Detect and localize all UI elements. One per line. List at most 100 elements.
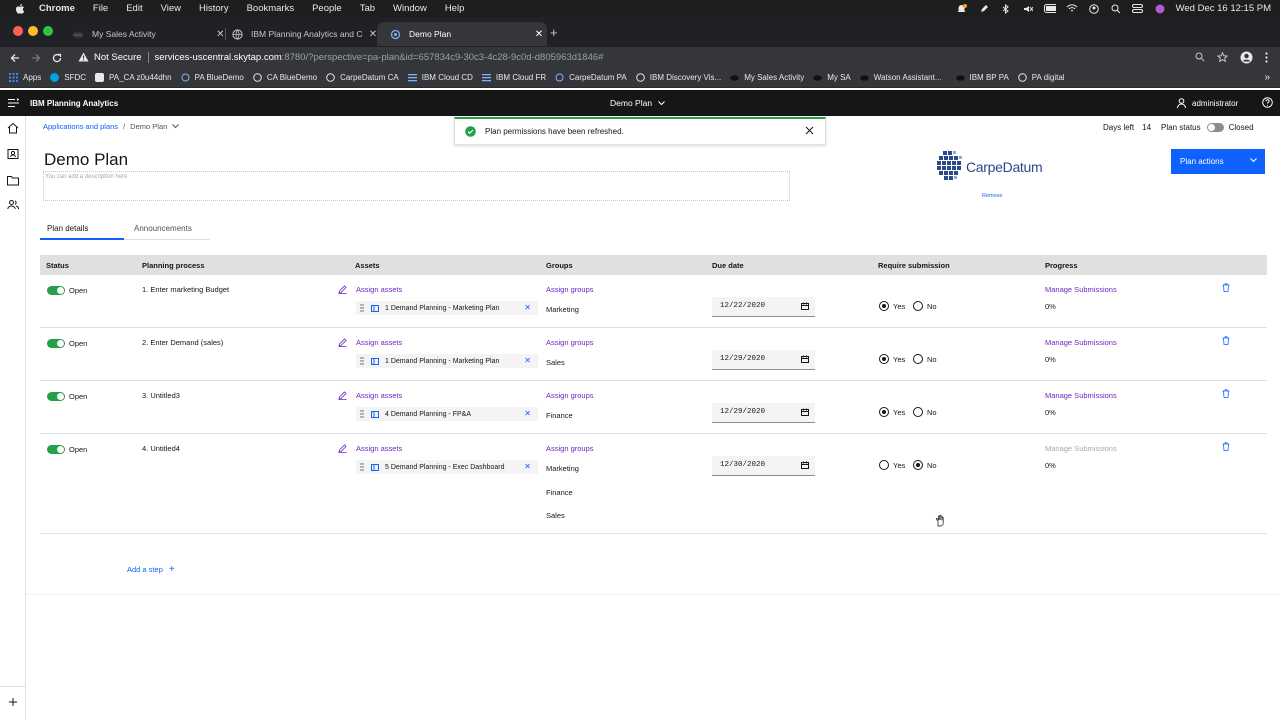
drag-handle-icon[interactable]	[360, 410, 364, 418]
edit-pencil-icon[interactable]	[338, 338, 347, 349]
browser-tab-demo-plan[interactable]: Demo Plan ✕	[377, 22, 547, 46]
warning-icon[interactable]	[78, 52, 89, 62]
bookmark-pa-ca[interactable]: PA_CA z0u44dhn	[95, 73, 172, 82]
add-icon[interactable]	[7, 696, 19, 708]
trash-icon[interactable]	[1222, 283, 1230, 294]
menu-app-name[interactable]: Chrome	[39, 3, 75, 14]
edit-pencil-icon[interactable]	[338, 391, 347, 402]
bookmark-carpedatum-ca[interactable]: CarpeDatum CA	[326, 73, 399, 82]
menu-window[interactable]: Window	[393, 3, 427, 14]
bookmark-ibm-discovery[interactable]: IBM Discovery Vis...	[635, 73, 721, 82]
due-date-input[interactable]: 12/22/2020	[712, 297, 815, 317]
edit-pencil-icon[interactable]	[338, 444, 347, 455]
assign-assets-link[interactable]: Assign assets	[356, 444, 402, 453]
menu-people[interactable]: People	[312, 3, 342, 14]
menu-tab[interactable]: Tab	[360, 3, 375, 14]
address-bar[interactable]: Not Secure services-uscentral.skytap.com…	[72, 47, 1232, 67]
trash-icon[interactable]	[1222, 442, 1230, 453]
remove-asset-icon[interactable]: ✕	[524, 303, 531, 312]
bookmark-pa-bluedemo[interactable]: PA BlueDemo	[181, 73, 244, 82]
drag-handle-icon[interactable]	[360, 304, 364, 312]
plan-actions-button[interactable]: Plan actions	[1171, 149, 1265, 174]
require-no-radio[interactable]	[913, 460, 923, 470]
window-close-button[interactable]	[13, 26, 23, 36]
apple-icon[interactable]	[13, 2, 27, 16]
menu-bookmarks[interactable]: Bookmarks	[247, 3, 295, 14]
plan-selector[interactable]: Demo Plan	[610, 98, 665, 108]
assign-assets-link[interactable]: Assign assets	[356, 391, 402, 400]
status-toggle[interactable]	[47, 445, 65, 454]
wifi-icon[interactable]	[1066, 4, 1078, 14]
bookmark-ibm-cloud-fr[interactable]: IBM Cloud FR	[481, 73, 546, 82]
due-date-input[interactable]: 12/30/2020	[712, 456, 815, 476]
assign-groups-link[interactable]: Assign groups	[546, 285, 594, 294]
battery-icon[interactable]	[1043, 4, 1056, 14]
plan-status-toggle[interactable]	[1206, 123, 1224, 132]
bookmark-carpedatum-pa[interactable]: CarpeDatum PA	[555, 73, 627, 82]
manage-submissions-link[interactable]: Manage Submissions	[1045, 338, 1117, 347]
calendar-icon[interactable]	[801, 461, 809, 469]
require-yes-radio[interactable]	[879, 301, 889, 311]
require-no-radio[interactable]	[913, 407, 923, 417]
calendar-icon[interactable]	[801, 302, 809, 310]
drag-handle-icon[interactable]	[360, 357, 364, 365]
menu-view[interactable]: View	[161, 3, 181, 14]
bookmark-ca-bluedemo[interactable]: CA BlueDemo	[253, 73, 317, 82]
reload-icon[interactable]	[51, 52, 63, 64]
browser-tab-ibm-pa[interactable]: IBM Planning Analytics and Co ✕	[219, 22, 381, 46]
spotlight-search-icon[interactable]	[1110, 4, 1122, 14]
status-toggle[interactable]	[47, 286, 65, 295]
forward-icon[interactable]	[30, 52, 42, 64]
planning-process-name[interactable]: 2. Enter Demand (sales)	[142, 338, 223, 347]
remove-asset-icon[interactable]: ✕	[524, 409, 531, 418]
user-menu[interactable]: administrator	[1177, 98, 1238, 108]
manage-submissions-link[interactable]: Manage Submissions	[1045, 285, 1117, 294]
bookmark-ibm-bp-pa[interactable]: IBM BP PA	[955, 73, 1009, 82]
breadcrumb-current[interactable]: Demo Plan	[130, 122, 180, 131]
page-title[interactable]: Demo Plan	[44, 150, 128, 170]
planning-process-name[interactable]: 4. Untitled4	[142, 444, 180, 453]
assign-assets-link[interactable]: Assign assets	[356, 338, 402, 347]
zoom-search-icon[interactable]	[1195, 52, 1205, 62]
clock[interactable]: Wed Dec 16 12:15 PM	[1176, 3, 1271, 14]
bookmark-watson-assistant[interactable]: Watson Assistant...	[860, 73, 942, 82]
home-icon[interactable]	[7, 122, 19, 134]
side-menu-icon[interactable]	[8, 98, 20, 110]
profile-avatar-icon[interactable]	[1240, 51, 1253, 64]
new-tab-icon[interactable]: +	[550, 26, 558, 39]
browser-tab-sales-activity[interactable]: My Sales Activity ✕	[60, 22, 226, 46]
remove-asset-icon[interactable]: ✕	[524, 356, 531, 365]
back-icon[interactable]	[9, 52, 21, 64]
calendar-icon[interactable]	[801, 408, 809, 416]
app-brand[interactable]: IBM Planning Analytics	[30, 99, 118, 108]
bookmark-pa-digital[interactable]: PA digital	[1017, 73, 1065, 82]
drag-handle-icon[interactable]	[360, 463, 364, 471]
window-zoom-button[interactable]	[43, 26, 53, 36]
bookmark-my-sales-activity[interactable]: My Sales Activity	[730, 73, 804, 82]
window-minimize-button[interactable]	[28, 26, 38, 36]
menu-file[interactable]: File	[93, 3, 108, 14]
pen-status-icon[interactable]	[978, 4, 990, 14]
bluetooth-icon[interactable]	[1000, 3, 1012, 14]
contacts-icon[interactable]	[7, 148, 19, 160]
trash-icon[interactable]	[1222, 389, 1230, 400]
assign-groups-link[interactable]: Assign groups	[546, 391, 594, 400]
assign-groups-link[interactable]: Assign groups	[546, 338, 594, 347]
bookmark-ibm-cloud-cd[interactable]: IBM Cloud CD	[407, 73, 473, 82]
status-toggle[interactable]	[47, 339, 65, 348]
chrome-menu-icon[interactable]	[1265, 51, 1268, 63]
tab-announcements[interactable]: Announcements	[124, 220, 210, 240]
menu-history[interactable]: History	[199, 3, 229, 14]
tab-plan-details[interactable]: Plan details	[40, 220, 124, 240]
help-icon[interactable]	[1262, 97, 1273, 110]
siri-icon[interactable]	[1154, 4, 1166, 14]
status-toggle[interactable]	[47, 392, 65, 401]
require-yes-radio[interactable]	[879, 407, 889, 417]
planning-process-name[interactable]: 1. Enter marketing Budget	[142, 285, 229, 294]
remove-asset-icon[interactable]: ✕	[524, 462, 531, 471]
user-switch-icon[interactable]	[1088, 3, 1100, 14]
assign-assets-link[interactable]: Assign assets	[356, 285, 402, 294]
notification-icon[interactable]	[956, 3, 968, 14]
bookmark-star-icon[interactable]	[1217, 51, 1228, 63]
planning-process-name[interactable]: 3. Untitled3	[142, 391, 180, 400]
